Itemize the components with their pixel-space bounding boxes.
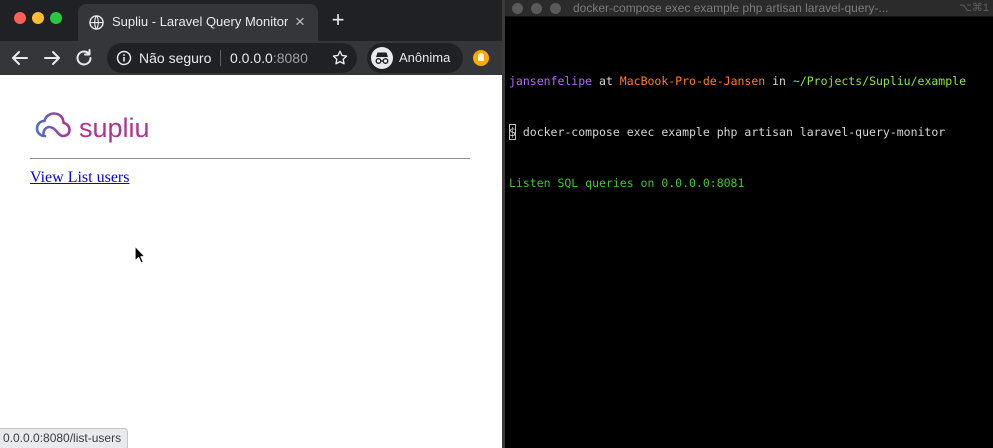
- tab-close-button[interactable]: ×: [291, 13, 309, 31]
- page-content: supliu View List users: [0, 75, 502, 448]
- new-tab-button[interactable]: +: [327, 9, 349, 31]
- terminal-command-line: $ docker-compose exec example php artisa…: [509, 125, 946, 139]
- address-separator: [220, 50, 221, 66]
- extension-icon[interactable]: [473, 50, 489, 66]
- terminal-prompt-line: jansenfelipe at MacBook-Pro-de-Jansen in…: [509, 73, 991, 90]
- address-port: :8080: [272, 50, 308, 66]
- prompt-in: in: [765, 74, 793, 88]
- supliu-logo: supliu: [35, 112, 150, 143]
- terminal-output[interactable]: jansenfelipe at MacBook-Pro-de-Jansen in…: [509, 39, 991, 226]
- globe-icon: [89, 15, 104, 30]
- prompt-host: MacBook-Pro-de-Jansen: [619, 74, 766, 88]
- terminal-title: docker-compose exec example php artisan …: [573, 1, 889, 15]
- terminal-zoom-button[interactable]: [550, 3, 561, 14]
- prompt-at: at: [592, 74, 620, 88]
- address-bar[interactable]: Não seguro 0.0.0.0:8080: [107, 43, 357, 73]
- cloud-logo-icon: [35, 112, 71, 138]
- logo-wordmark: supliu: [79, 113, 150, 143]
- terminal-shortcut: ⌥⌘1: [959, 2, 989, 14]
- tab-title: Supliu - Laravel Query Monitor: [112, 14, 288, 29]
- security-label[interactable]: Não seguro: [139, 50, 219, 66]
- prompt-user: jansenfelipe: [509, 74, 593, 88]
- incognito-indicator[interactable]: Anônima: [367, 43, 463, 73]
- browser-window: Supliu - Laravel Query Monitor × + Não s…: [0, 0, 502, 448]
- terminal-minimize-button[interactable]: [531, 3, 542, 14]
- back-arrow-icon[interactable]: [8, 46, 32, 70]
- tab-active[interactable]: Supliu - Laravel Query Monitor ×: [78, 4, 318, 41]
- close-window-button[interactable]: [14, 12, 26, 24]
- status-url-bubble: 0.0.0.0:8080/list-users: [0, 428, 129, 448]
- browser-toolbar: Não seguro 0.0.0.0:8080 Anônima: [0, 41, 502, 75]
- terminal-output-line: Listen SQL queries on 0.0.0.0:8081: [509, 176, 745, 190]
- info-icon[interactable]: [116, 50, 132, 66]
- tab-strip: Supliu - Laravel Query Monitor × +: [0, 0, 502, 41]
- incognito-label: Anônima: [399, 50, 451, 65]
- terminal-cursor: [509, 124, 516, 140]
- address-url[interactable]: 0.0.0.0:8080: [230, 50, 308, 66]
- star-icon[interactable]: [331, 49, 349, 67]
- minimize-window-button[interactable]: [32, 12, 44, 24]
- reload-icon[interactable]: [72, 46, 96, 70]
- terminal-window: docker-compose exec example php artisan …: [505, 0, 993, 448]
- incognito-icon: [371, 47, 393, 69]
- terminal-close-button[interactable]: [512, 3, 523, 14]
- address-host: 0.0.0.0: [230, 50, 273, 66]
- view-list-users-link[interactable]: View List users: [30, 169, 129, 187]
- horizontal-rule: [30, 158, 470, 159]
- zoom-window-button[interactable]: [50, 12, 62, 24]
- terminal-titlebar: docker-compose exec example php artisan …: [505, 0, 993, 17]
- prompt-path: ~/Projects/Supliu/example: [792, 74, 966, 88]
- forward-arrow-icon[interactable]: [40, 46, 64, 70]
- mouse-cursor-icon: [134, 245, 146, 264]
